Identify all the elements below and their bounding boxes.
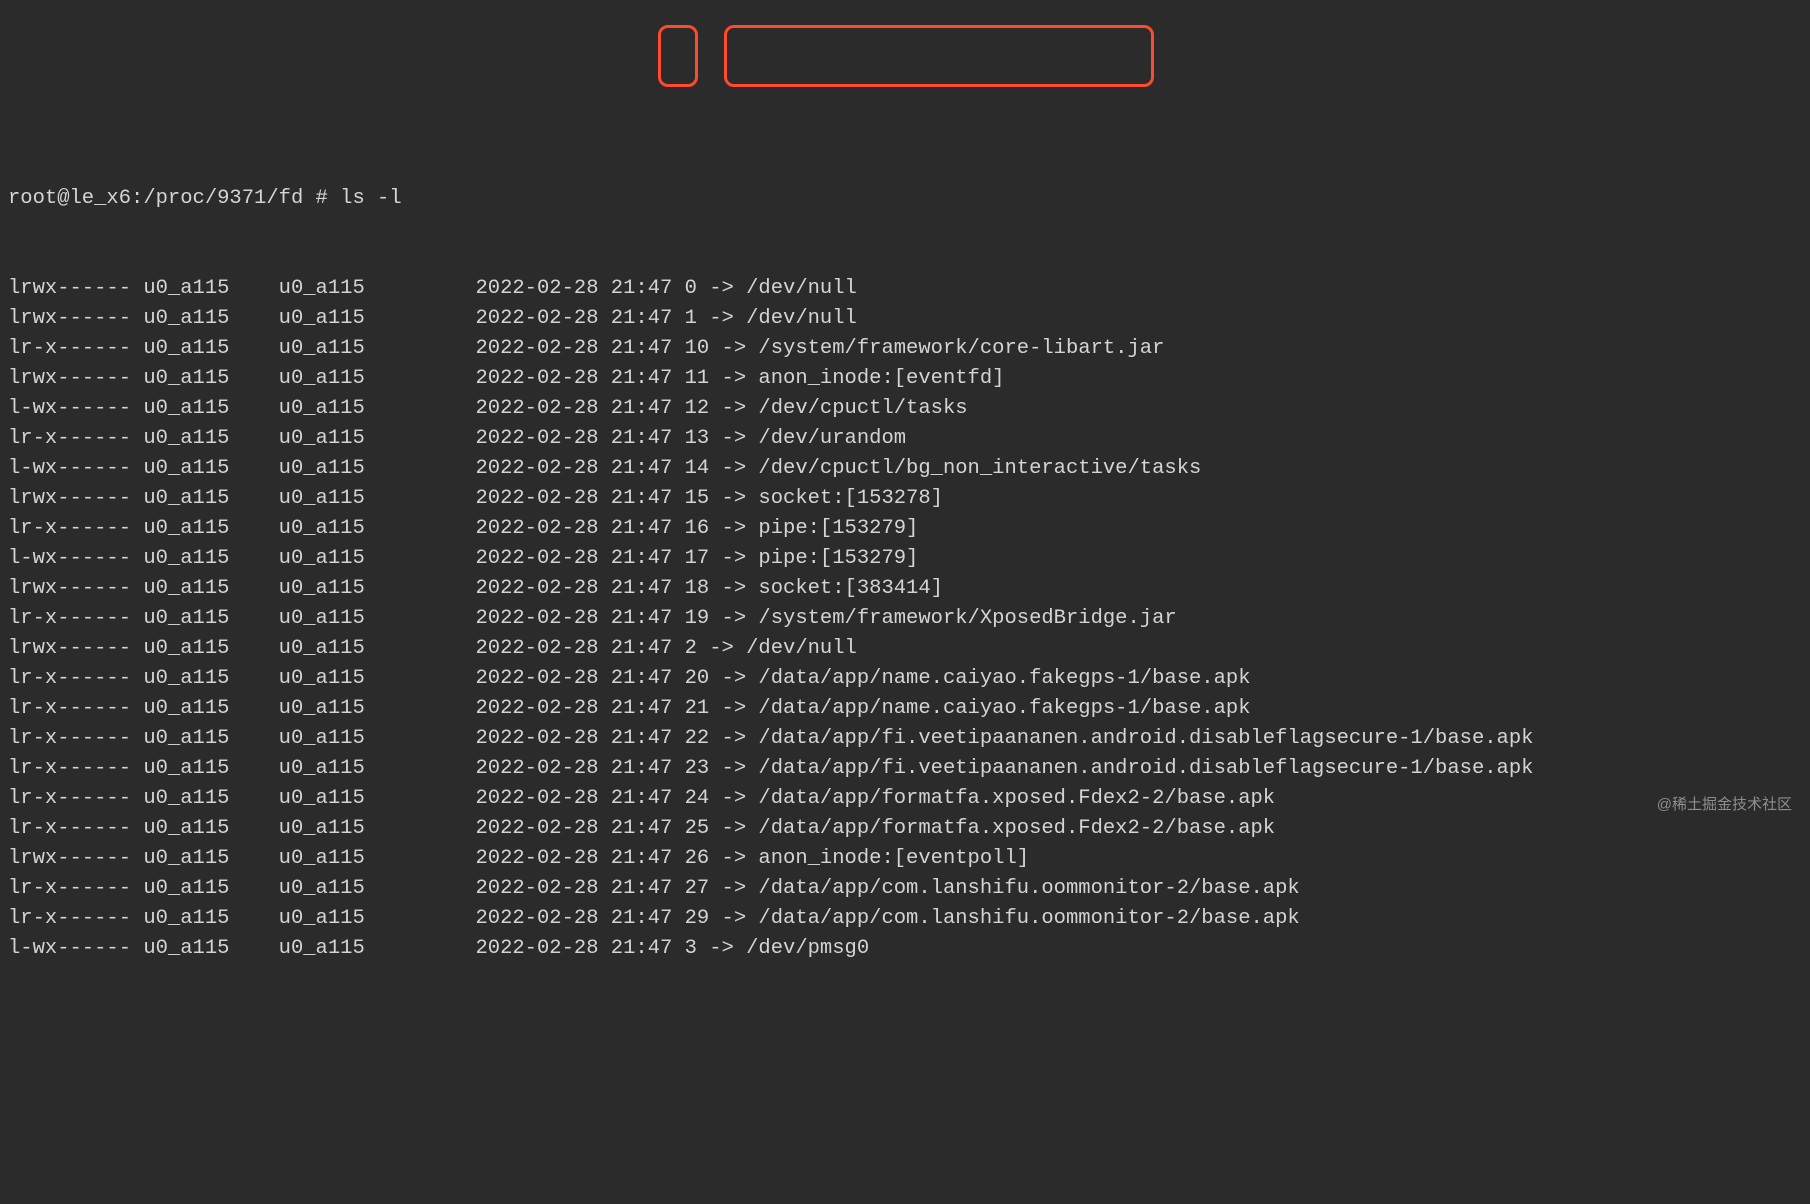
- prompt-line: root@le_x6:/proc/9371/fd # ls -l: [8, 184, 1810, 214]
- fd-row: lr-x------ u0_a115 u0_a115 2022-02-28 21…: [8, 604, 1810, 634]
- fd-row: lr-x------ u0_a115 u0_a115 2022-02-28 21…: [8, 724, 1810, 754]
- watermark: @稀土掘金技术社区: [1657, 790, 1792, 820]
- fd-row: lrwx------ u0_a115 u0_a115 2022-02-28 21…: [8, 364, 1810, 394]
- fd-row: l-wx------ u0_a115 u0_a115 2022-02-28 21…: [8, 394, 1810, 424]
- fd-row: lr-x------ u0_a115 u0_a115 2022-02-28 21…: [8, 814, 1810, 844]
- terminal-output[interactable]: root@le_x6:/proc/9371/fd # ls -l lrwx---…: [0, 120, 1810, 994]
- fd-row: lr-x------ u0_a115 u0_a115 2022-02-28 21…: [8, 334, 1810, 364]
- fd-row: l-wx------ u0_a115 u0_a115 2022-02-28 21…: [8, 454, 1810, 484]
- annotation-highlight: [724, 25, 1154, 87]
- fd-row: lr-x------ u0_a115 u0_a115 2022-02-28 21…: [8, 514, 1810, 544]
- fd-row: lrwx------ u0_a115 u0_a115 2022-02-28 21…: [8, 844, 1810, 874]
- fd-row: lrwx------ u0_a115 u0_a115 2022-02-28 21…: [8, 484, 1810, 514]
- fd-row: lrwx------ u0_a115 u0_a115 2022-02-28 21…: [8, 274, 1810, 304]
- fd-row: lr-x------ u0_a115 u0_a115 2022-02-28 21…: [8, 694, 1810, 724]
- fd-row: lr-x------ u0_a115 u0_a115 2022-02-28 21…: [8, 664, 1810, 694]
- fd-row: l-wx------ u0_a115 u0_a115 2022-02-28 21…: [8, 934, 1810, 964]
- fd-row: lr-x------ u0_a115 u0_a115 2022-02-28 21…: [8, 754, 1810, 784]
- fd-row: lrwx------ u0_a115 u0_a115 2022-02-28 21…: [8, 574, 1810, 604]
- fd-row: l-wx------ u0_a115 u0_a115 2022-02-28 21…: [8, 544, 1810, 574]
- ls-output: lrwx------ u0_a115 u0_a115 2022-02-28 21…: [8, 274, 1810, 964]
- fd-row: lrwx------ u0_a115 u0_a115 2022-02-28 21…: [8, 634, 1810, 664]
- annotation-highlight: [658, 25, 698, 87]
- fd-row: lrwx------ u0_a115 u0_a115 2022-02-28 21…: [8, 304, 1810, 334]
- fd-row: lr-x------ u0_a115 u0_a115 2022-02-28 21…: [8, 784, 1810, 814]
- fd-row: lr-x------ u0_a115 u0_a115 2022-02-28 21…: [8, 874, 1810, 904]
- fd-row: lr-x------ u0_a115 u0_a115 2022-02-28 21…: [8, 424, 1810, 454]
- fd-row: lr-x------ u0_a115 u0_a115 2022-02-28 21…: [8, 904, 1810, 934]
